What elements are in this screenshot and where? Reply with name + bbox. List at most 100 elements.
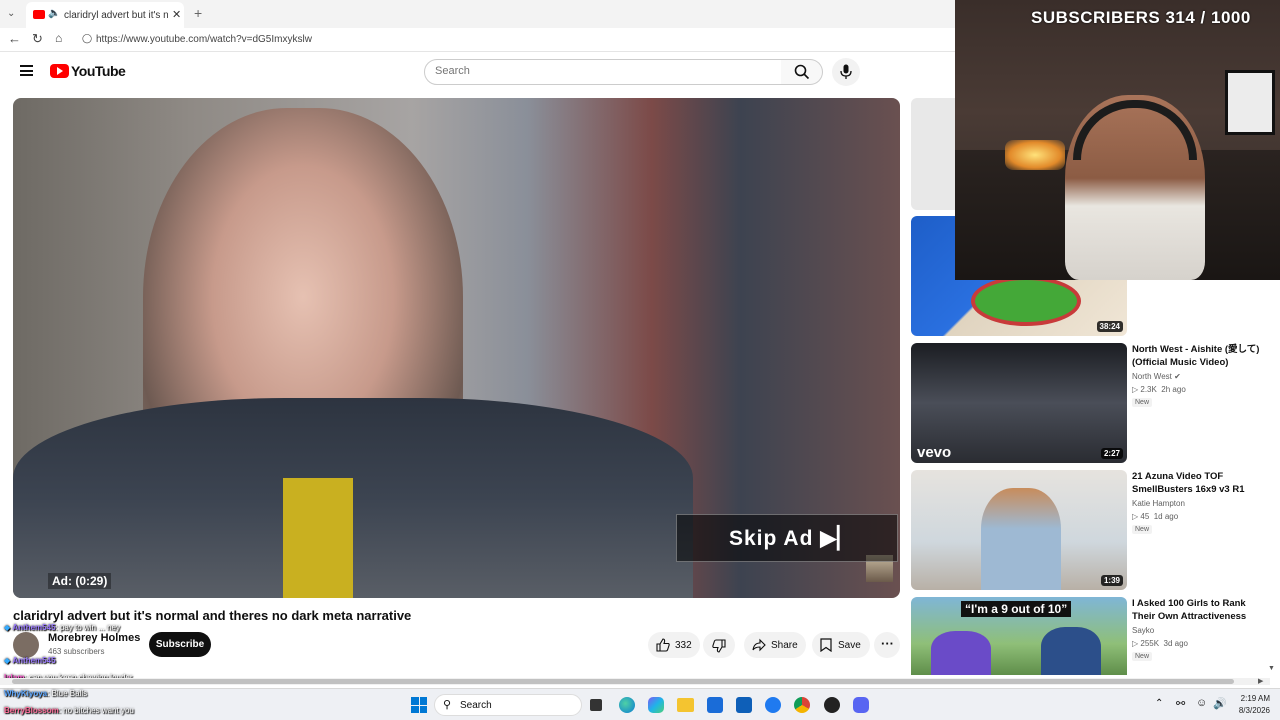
verified-icon: ✔ <box>1174 372 1181 381</box>
mic-icon[interactable]: ⚯ <box>1176 697 1185 710</box>
more-icon: ··· <box>881 636 894 651</box>
recommendation-channel[interactable]: North West ✔ <box>1132 372 1181 381</box>
skip-ad-label: Skip Ad ▶▏ <box>729 527 855 550</box>
speaker-icon[interactable]: 🔈 <box>48 8 60 19</box>
search-icon <box>794 64 810 80</box>
recommendation-title[interactable]: I Asked 100 Girls to Rank Their Own Attr… <box>1132 597 1267 623</box>
scroll-right-icon[interactable]: ▶ <box>1258 677 1263 685</box>
windows-icon[interactable] <box>411 697 427 713</box>
thumbnail-person-right <box>1041 627 1101 675</box>
taskbar-search[interactable]: ⚲ Search <box>434 694 582 716</box>
taskbar-search-label: Search <box>460 700 492 711</box>
skip-ad-button[interactable]: Skip Ad ▶▏ <box>676 514 898 562</box>
copilot-icon[interactable] <box>648 697 664 713</box>
voice-search-button[interactable] <box>832 58 860 86</box>
thumbnail-person-left <box>931 631 991 675</box>
chrome-icon[interactable] <box>794 697 810 713</box>
video-duration: 2:27 <box>1100 448 1123 459</box>
wifi-icon[interactable]: ☺ <box>1196 697 1207 709</box>
channel-name[interactable]: Morebrey Holmes <box>48 632 140 644</box>
system-clock[interactable]: 2:19 AM 8/3/2026 <box>1230 693 1270 717</box>
thumbnail-plate <box>971 276 1081 326</box>
back-icon[interactable]: ← <box>8 31 21 46</box>
more-actions-button[interactable]: ··· <box>874 632 900 658</box>
video-duration: 1:39 <box>1100 575 1123 586</box>
chat-message: BerryBlossom: no bitches want you <box>4 706 134 715</box>
recommendation-title[interactable]: 21 Azuna Video TOF SmellBusters 16x9 v3 … <box>1132 470 1267 496</box>
like-button[interactable]: 332 <box>648 632 700 658</box>
scrollbar-thumb[interactable] <box>12 679 1234 684</box>
tab-list-chevron-icon[interactable]: ⌄ <box>7 8 15 19</box>
chat-message: ◆ Anthem545: pay to win ... ney <box>4 623 120 632</box>
store-icon[interactable] <box>707 697 723 713</box>
thumbnail-caption: “I'm a 9 out of 10” <box>961 601 1072 617</box>
mic-icon <box>840 64 852 79</box>
menu-icon[interactable] <box>20 65 33 76</box>
file-explorer-icon[interactable] <box>677 698 694 712</box>
video-title: claridryl advert but it's normal and the… <box>13 608 412 623</box>
tab-title: claridryl advert but it's normal <box>64 10 168 21</box>
edge-icon[interactable] <box>619 697 635 713</box>
video-frame-shirt <box>283 478 353 598</box>
browser-tab-bar: ⌄ 🔈 claridryl advert but it's normal ✕ + <box>0 0 960 28</box>
chat-message: WhyKiyoya: Blue Balls <box>4 689 87 698</box>
outlook-icon[interactable] <box>736 697 752 713</box>
volume-icon[interactable]: 🔊 <box>1213 697 1227 710</box>
horizontal-scrollbar[interactable] <box>0 678 1270 685</box>
scroll-down-icon[interactable]: ▼ <box>1268 665 1275 672</box>
recommendation-thumbnail[interactable]: “I'm a 9 out of 10” <box>911 597 1127 675</box>
dislike-button[interactable] <box>703 632 735 658</box>
video-duration: 38:24 <box>1096 321 1123 332</box>
ad-timer: Ad: (0:29) <box>48 573 112 589</box>
chat-username: Anthem545 <box>12 623 56 632</box>
app-icon[interactable] <box>765 697 781 713</box>
search-box[interactable] <box>424 59 782 85</box>
recommendation-channel[interactable]: Sayko <box>1132 626 1154 635</box>
video-frame-jacket <box>13 398 693 598</box>
new-badge: New <box>1132 525 1153 534</box>
recommendation-channel[interactable]: Katie Hampton <box>1132 499 1185 508</box>
share-button[interactable]: Share <box>744 632 806 658</box>
save-icon <box>820 638 832 652</box>
save-button[interactable]: Save <box>812 632 870 658</box>
recommendation-thumbnail[interactable]: 1:39 <box>911 470 1127 590</box>
chat-text: : no bitches want you <box>58 706 134 715</box>
clock-date: 8/3/2026 <box>1238 706 1270 715</box>
site-info-icon[interactable]: ◯ <box>82 33 92 44</box>
thumbnail-person <box>981 488 1061 590</box>
subscribe-button[interactable]: Subscribe <box>149 632 211 657</box>
chat-message: ◆ Anthem545 <box>4 656 56 665</box>
recommendation-stats: ▷ 45 1d ago <box>1132 512 1179 521</box>
channel-avatar[interactable] <box>13 632 39 658</box>
recommendation-stats: ▷ 255K 3d ago <box>1132 639 1188 648</box>
tray-chevron-icon[interactable]: ⌃ <box>1155 698 1163 709</box>
new-badge: New <box>1132 398 1153 407</box>
subscriber-goal: SUBSCRIBERS 314 / 1000 <box>1031 8 1251 27</box>
refresh-icon[interactable]: ↻ <box>32 31 43 47</box>
obs-icon[interactable] <box>824 697 840 713</box>
recommendation-stats: ▷ 2.3K 2h ago <box>1132 385 1186 394</box>
close-tab-icon[interactable]: ✕ <box>172 8 181 21</box>
task-view-icon[interactable] <box>590 699 602 711</box>
save-label: Save <box>838 640 861 651</box>
discord-icon[interactable] <box>853 697 869 713</box>
youtube-logo-icon[interactable] <box>50 64 69 78</box>
search-input[interactable] <box>435 65 765 77</box>
like-count: 332 <box>675 640 692 651</box>
chat-text: : Blue Balls <box>47 689 88 698</box>
chat-text: : pay to win ... ney <box>55 623 120 632</box>
browser-tab[interactable]: 🔈 claridryl advert but it's normal ✕ <box>26 2 184 28</box>
search-button[interactable] <box>781 59 823 85</box>
recommendation-title[interactable]: North West - Aishite (愛して) (Official Mus… <box>1132 343 1267 369</box>
youtube-logo-text[interactable]: YouTube <box>71 63 126 79</box>
chat-badge-icon: ◆ <box>4 656 11 665</box>
like-icon <box>656 638 670 652</box>
chat-badge-icon: ◆ <box>4 623 11 632</box>
recommendation-thumbnail[interactable]: vevo 2:27 <box>911 343 1127 463</box>
home-icon[interactable]: ⌂ <box>55 31 62 45</box>
url-field[interactable]: https://www.youtube.com/watch?v=dG5Imxyk… <box>96 34 312 45</box>
webcam-neon-sign <box>1005 140 1065 170</box>
address-bar-row: ← ↻ ⌂ ◯ https://www.youtube.com/watch?v=… <box>0 28 960 52</box>
chat-username: Anthem545 <box>12 656 56 665</box>
new-tab-icon[interactable]: + <box>194 5 202 21</box>
